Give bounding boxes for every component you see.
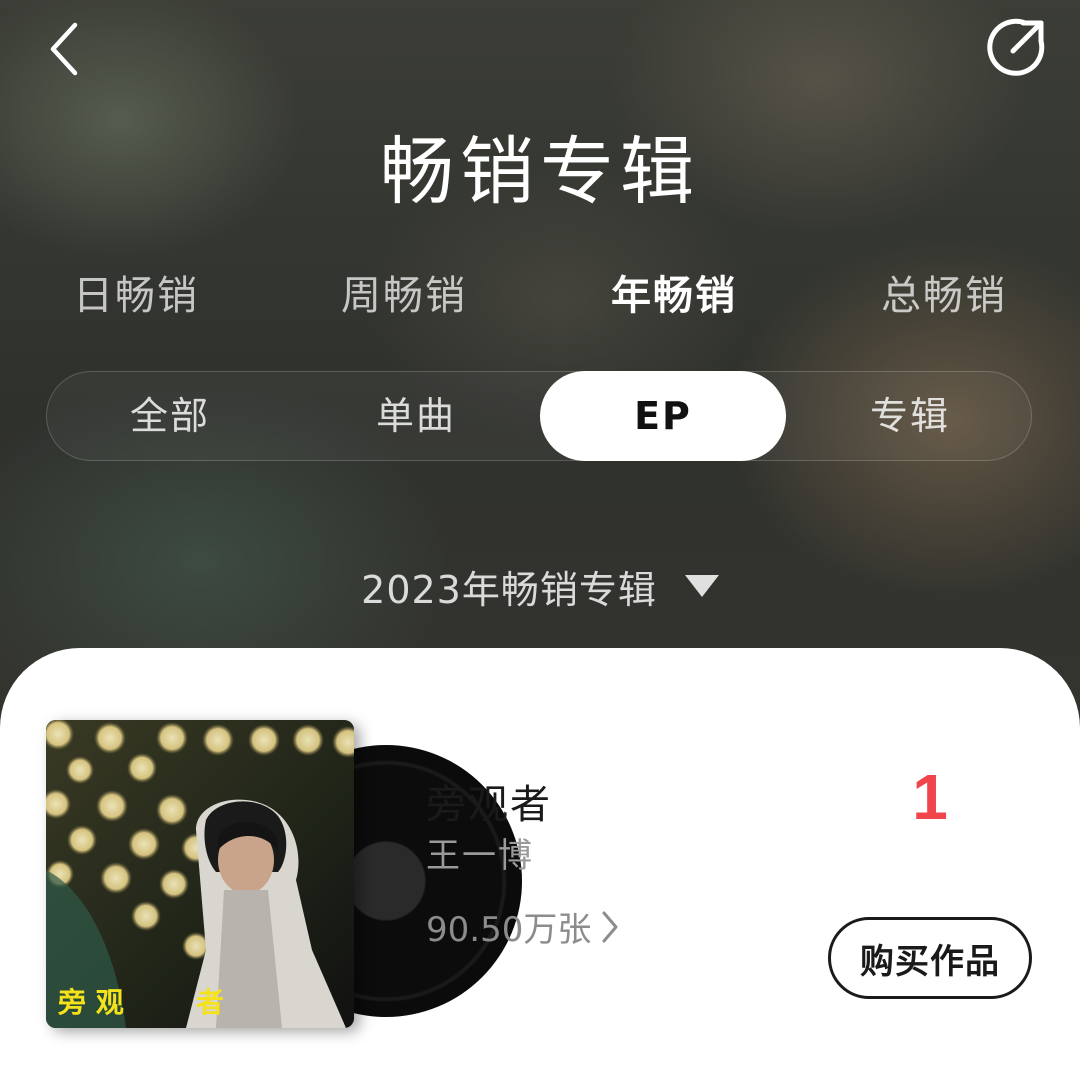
- segment-ep[interactable]: EP: [540, 371, 786, 461]
- back-button[interactable]: [30, 14, 100, 84]
- share-icon: [987, 18, 1045, 76]
- sales-count-link[interactable]: 90.50万张: [426, 902, 619, 951]
- cover-title-text-2: 者: [196, 986, 224, 1019]
- segment-single[interactable]: 单曲: [293, 372, 539, 460]
- tab-daily[interactable]: 日畅销: [36, 266, 236, 326]
- album-cover[interactable]: 旁 观 者: [46, 720, 354, 1028]
- chevron-left-icon: [50, 22, 78, 76]
- cover-title-text: 旁 观: [57, 986, 124, 1019]
- album-title[interactable]: 旁观者: [426, 772, 552, 830]
- segment-all[interactable]: 全部: [47, 372, 293, 460]
- tab-weekly[interactable]: 周畅销: [304, 266, 504, 326]
- tab-total[interactable]: 总畅销: [844, 266, 1044, 326]
- caret-down-icon: [684, 575, 719, 597]
- tab-yearly[interactable]: 年畅销: [574, 266, 774, 326]
- sales-count: 90.50万张: [426, 910, 592, 950]
- buy-button-label: 购买作品: [860, 941, 1000, 982]
- rank-number: 1: [912, 761, 948, 833]
- year-selector[interactable]: 2023年畅销专辑: [0, 556, 1080, 616]
- album-cover-art: 旁 观 者: [46, 720, 354, 1028]
- page-title: 畅销专辑: [380, 129, 700, 215]
- chevron-right-icon: [602, 911, 618, 942]
- type-segmented-control: 全部 单曲 EP 专辑: [46, 371, 1032, 461]
- share-button[interactable]: [982, 12, 1052, 82]
- buy-button[interactable]: 购买作品: [828, 917, 1032, 999]
- period-tabs: 日畅销 周畅销 年畅销 总畅销: [0, 266, 1080, 326]
- year-selector-label: 2023年畅销专辑: [361, 567, 657, 612]
- album-artist[interactable]: 王一博: [426, 828, 534, 877]
- segment-album[interactable]: 专辑: [787, 372, 1033, 460]
